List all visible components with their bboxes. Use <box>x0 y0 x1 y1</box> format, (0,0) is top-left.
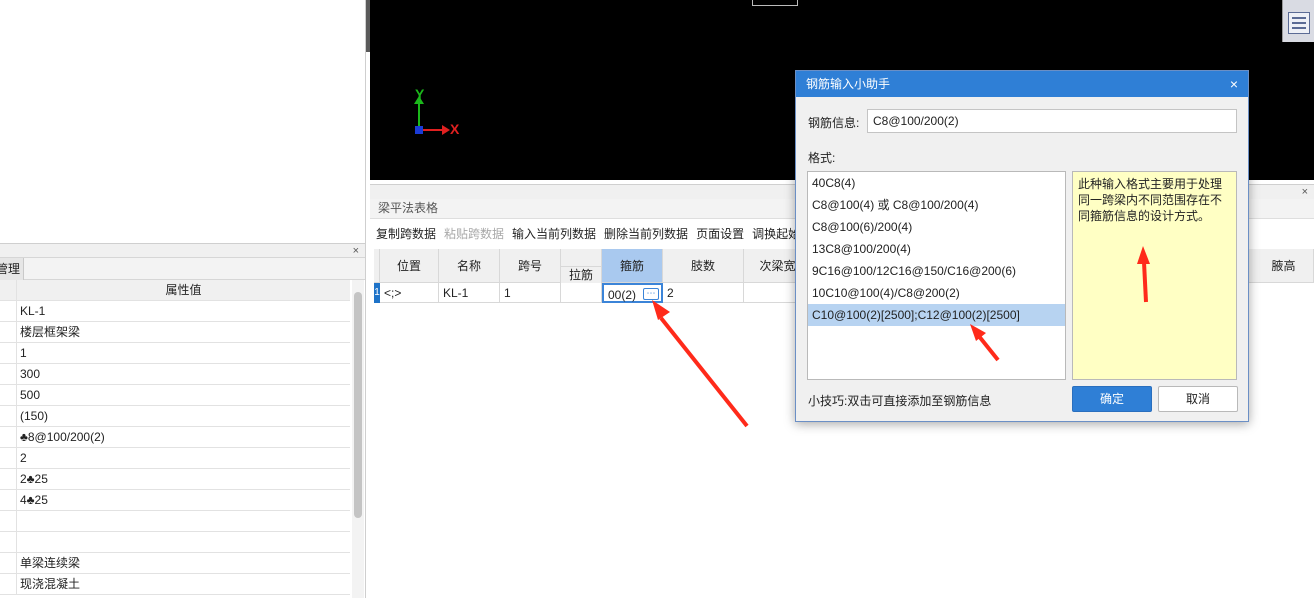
cell-name[interactable]: KL-1 <box>439 283 500 303</box>
list-item[interactable]: 9C16@100/12C16@150/C16@200(6) <box>808 260 1065 282</box>
column-header-tie-bar[interactable]: 拉筋 <box>561 266 602 283</box>
table-row[interactable]: 楼层框架梁 <box>0 322 350 343</box>
tab-manage[interactable]: 管理 <box>0 258 24 280</box>
axis-origin-icon <box>415 126 423 134</box>
axis-x-label: X <box>450 121 460 137</box>
rebar-info-input[interactable] <box>867 109 1237 133</box>
column-header-stirrup[interactable]: 箍筋 <box>602 249 663 283</box>
axis-x-line <box>420 129 444 131</box>
property-table: 属性值 KL-1 楼层框架梁 1 300 500 (150) ♣8@100/20… <box>0 280 350 595</box>
ok-button[interactable]: 确定 <box>1072 386 1152 412</box>
cell-legs[interactable]: 2 <box>663 283 744 303</box>
format-label: 格式: <box>808 151 836 165</box>
more-options-button[interactable]: ⋯ <box>643 288 659 300</box>
rebar-info-label: 钢筋信息: <box>808 116 860 130</box>
beam-panel-close-icon[interactable]: × <box>1302 185 1308 199</box>
table-row[interactable]: 4♣25 <box>0 490 350 511</box>
delete-column-button[interactable]: 删除当前列数据 <box>604 225 688 242</box>
view-cube-icon[interactable] <box>1282 0 1314 42</box>
column-header-legs[interactable]: 肢数 <box>663 249 744 283</box>
hint-text: 小技巧:双击可直接添加至钢筋信息 <box>808 394 992 408</box>
left-top-pane <box>0 0 366 244</box>
table-row[interactable]: ♣8@100/200(2) <box>0 427 350 448</box>
close-icon[interactable]: × <box>1226 71 1242 97</box>
property-panel-titlebar: × <box>0 244 365 258</box>
list-item[interactable]: C8@100(6)/200(4) <box>808 216 1065 238</box>
property-panel-close-icon[interactable]: × <box>353 244 359 258</box>
column-header-position[interactable]: 位置 <box>380 249 439 283</box>
cell-tie-bar[interactable] <box>561 283 602 303</box>
format-description: 此种输入格式主要用于处理同一跨梁内不同范围存在不同箍筋信息的设计方式。 <box>1072 171 1237 380</box>
cell-position[interactable]: <;> <box>380 283 439 303</box>
table-row[interactable]: (150) <box>0 406 350 427</box>
list-item[interactable]: C8@100(4) 或 C8@100/200(4) <box>808 194 1065 216</box>
list-item-selected[interactable]: C10@100(2)[2500];C12@100(2)[2500] <box>808 304 1065 326</box>
list-item[interactable]: 13C8@100/200(4) <box>808 238 1065 260</box>
table-row[interactable]: KL-1 <box>0 301 350 322</box>
property-table-header: 属性值 <box>0 280 350 301</box>
cancel-button[interactable]: 取消 <box>1158 386 1238 412</box>
adjust-start-button[interactable]: 调换起始 <box>752 225 800 242</box>
table-row[interactable] <box>0 511 350 532</box>
paste-span-button[interactable]: 粘贴跨数据 <box>444 225 504 242</box>
canvas-frame <box>752 0 798 6</box>
table-row[interactable]: 2 <box>0 448 350 469</box>
cell-stirrup[interactable]: 00(2) ⋯ <box>602 283 663 303</box>
rebar-input-assistant-dialog: 钢筋输入小助手 × 钢筋信息: 格式: 40C8(4) C8@100(4) 或 … <box>795 70 1249 422</box>
input-column-button[interactable]: 输入当前列数据 <box>512 225 596 242</box>
table-row[interactable]: 500 <box>0 385 350 406</box>
axis-y-label: Y <box>415 86 425 102</box>
column-header-span[interactable]: 跨号 <box>500 249 561 283</box>
table-row[interactable]: 单梁连续梁 <box>0 553 350 574</box>
format-list[interactable]: 40C8(4) C8@100(4) 或 C8@100/200(4) C8@100… <box>807 171 1066 380</box>
table-row[interactable]: 1 <box>0 343 350 364</box>
cell-stirrup-value: 00(2) <box>608 288 637 302</box>
column-header-value: 属性值 <box>165 283 202 297</box>
property-panel-tabs: 管理 <box>0 258 365 280</box>
copy-span-button[interactable]: 复制跨数据 <box>376 225 436 242</box>
dialog-titlebar[interactable]: 钢筋输入小助手 × <box>796 71 1248 97</box>
list-item[interactable]: 40C8(4) <box>808 172 1065 194</box>
axis-x-arrow-icon <box>442 125 450 135</box>
table-row[interactable]: 现浇混凝土 <box>0 574 350 595</box>
property-scrollbar[interactable] <box>352 280 364 598</box>
property-scrollbar-thumb[interactable] <box>354 292 362 518</box>
list-item[interactable]: 10C10@100(4)/C8@200(2) <box>808 282 1065 304</box>
cell-span[interactable]: 1 <box>500 283 561 303</box>
property-panel: × 管理 属性值 KL-1 楼层框架梁 1 300 500 (150) ♣8@1… <box>0 244 366 598</box>
table-row[interactable]: 2♣25 <box>0 469 350 490</box>
dialog-title: 钢筋输入小助手 <box>806 77 891 91</box>
page-setup-button[interactable]: 页面设置 <box>696 225 744 242</box>
table-row[interactable]: 300 <box>0 364 350 385</box>
column-header-name[interactable]: 名称 <box>439 249 500 283</box>
column-header-haunch-height[interactable]: 腋高 <box>1254 249 1314 283</box>
table-row[interactable] <box>0 532 350 553</box>
